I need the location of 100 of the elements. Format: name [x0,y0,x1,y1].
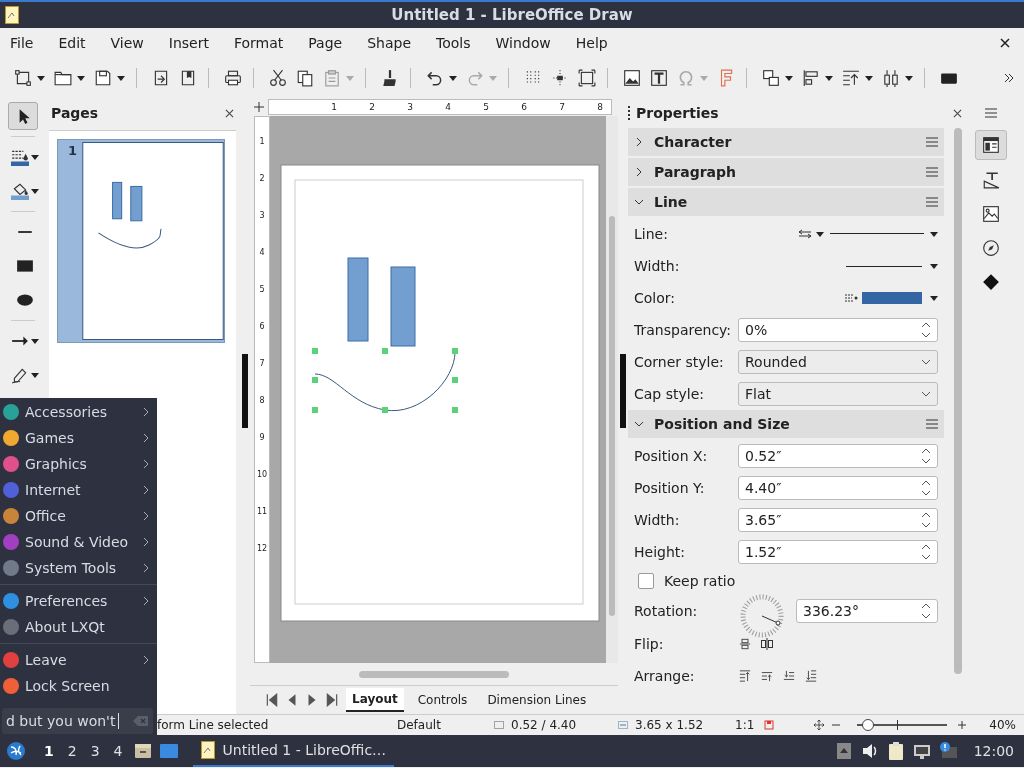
dropdown[interactable]: Rounded [738,350,938,374]
chevron-down-icon[interactable] [921,389,931,399]
caret-icon[interactable] [816,230,824,238]
menu-icon[interactable] [926,197,938,207]
plus-icon[interactable] [254,102,264,112]
save-icon[interactable] [94,69,112,87]
workspace-button[interactable]: 3 [86,743,104,759]
start-menu-item[interactable]: Lock Screen [0,673,157,699]
spinner-arrows-icon[interactable] [921,511,931,529]
menu-item[interactable]: File [10,35,34,51]
clock[interactable]: 12:00 [973,743,1014,759]
start-menu-item[interactable]: Accessories [0,399,157,425]
caret-icon[interactable] [825,74,833,82]
menu-item[interactable]: Insert [168,35,209,51]
notification-icon[interactable] [937,741,958,761]
section-header[interactable]: Character [628,128,944,156]
menu-icon[interactable] [926,137,938,147]
menu-item[interactable]: Help [575,35,608,51]
flip-vertical-icon[interactable] [738,638,752,650]
spin-field[interactable]: 0% [738,318,938,342]
bring-forward-icon[interactable] [842,69,860,87]
cut-icon[interactable] [269,69,287,87]
styles-icon[interactable] [981,171,1000,189]
caret-icon[interactable] [930,294,938,302]
spin-field[interactable]: 1.52″ [738,540,938,564]
start-menu-item[interactable]: Leave [0,647,157,673]
ellipse-icon[interactable] [15,291,34,309]
bring-forward-icon[interactable] [760,670,774,682]
menu-icon[interactable] [926,419,938,429]
distribute-icon[interactable] [882,69,900,87]
arrow-style-icon[interactable] [798,228,812,240]
shapes-icon[interactable] [981,273,1000,291]
zoom-in-icon[interactable] [957,720,968,730]
color-swatch[interactable] [862,292,922,304]
caret-icon[interactable] [930,262,938,270]
undo-icon[interactable] [426,69,444,87]
page-thumbnail[interactable]: 1 [57,139,225,343]
line-width-dropdown[interactable] [846,265,922,267]
export-icon[interactable] [152,69,170,87]
zoom-percentage[interactable]: 40% [989,718,1016,732]
first-page-icon[interactable] [266,693,278,707]
bring-to-front-icon[interactable] [738,670,752,682]
layer-tab[interactable]: Layout [346,688,404,712]
caret-icon[interactable] [865,74,873,82]
align-icon[interactable] [802,69,820,87]
spinner-arrows-icon[interactable] [921,602,931,620]
image-icon[interactable] [623,69,641,87]
caret-icon[interactable] [930,230,938,238]
menu-icon[interactable] [984,108,997,118]
start-menu-item[interactable]: System Tools [0,555,157,581]
menu-item[interactable]: Format [233,35,284,51]
caret-icon[interactable] [77,74,85,82]
next-page-icon[interactable] [306,693,318,707]
previous-page-icon[interactable] [286,693,298,707]
section-header[interactable]: Position and Size [628,410,944,438]
checkbox[interactable] [638,573,654,589]
section-header[interactable]: Line [628,188,944,216]
menu-item[interactable]: Window [495,35,551,51]
slider-thumb[interactable] [861,719,874,731]
start-menu-item[interactable]: Internet [0,477,157,503]
caret-icon[interactable] [905,74,913,82]
properties-icon[interactable] [981,136,1000,154]
section-header[interactable]: Paragraph [628,158,944,186]
navigator-icon[interactable] [981,239,1000,257]
caret-icon[interactable] [30,153,39,161]
start-menu-item[interactable]: About LXQt [0,614,157,640]
close-icon[interactable] [953,108,962,118]
last-page-icon[interactable] [326,693,338,707]
connector-icon[interactable] [14,69,32,87]
spin-field[interactable]: 0.52″ [738,444,938,468]
spin-field[interactable]: 3.65″ [738,508,938,532]
desktop-icon[interactable] [158,741,179,761]
caret-icon[interactable] [117,74,125,82]
fill-color-icon[interactable] [10,182,29,200]
checkbox-label[interactable]: Keep ratio [664,573,736,589]
vertical-scrollbar[interactable] [954,128,962,674]
spinner-arrows-icon[interactable] [921,447,931,465]
start-menu-item[interactable]: Graphics [0,451,157,477]
caret-icon[interactable] [30,371,39,379]
caret-icon[interactable] [30,337,39,345]
flip-horizontal-icon[interactable] [760,638,774,650]
panel-collapse-handle[interactable] [620,354,626,428]
text-box-icon[interactable] [650,69,668,87]
send-to-back-icon[interactable] [804,670,818,682]
print-icon[interactable] [224,69,242,87]
dropdown[interactable]: Flat [738,382,938,406]
line-style-dropdown[interactable] [830,232,924,236]
guide-icon[interactable] [551,69,569,87]
start-menu-item[interactable]: Sound & Video [0,529,157,555]
menu-item[interactable]: Edit [58,35,86,51]
vertical-scrollbar[interactable] [606,116,618,663]
close-icon[interactable] [1000,38,1010,48]
menu-item[interactable]: Tools [436,35,471,51]
frame-icon[interactable] [578,69,596,87]
brush-icon[interactable] [381,69,399,87]
menu-item[interactable]: Shape [367,35,412,51]
start-menu-item[interactable]: Preferences [0,588,157,614]
start-menu-item[interactable]: Office [0,503,157,529]
menu-icon[interactable] [926,167,938,177]
caret-icon[interactable] [785,74,793,82]
